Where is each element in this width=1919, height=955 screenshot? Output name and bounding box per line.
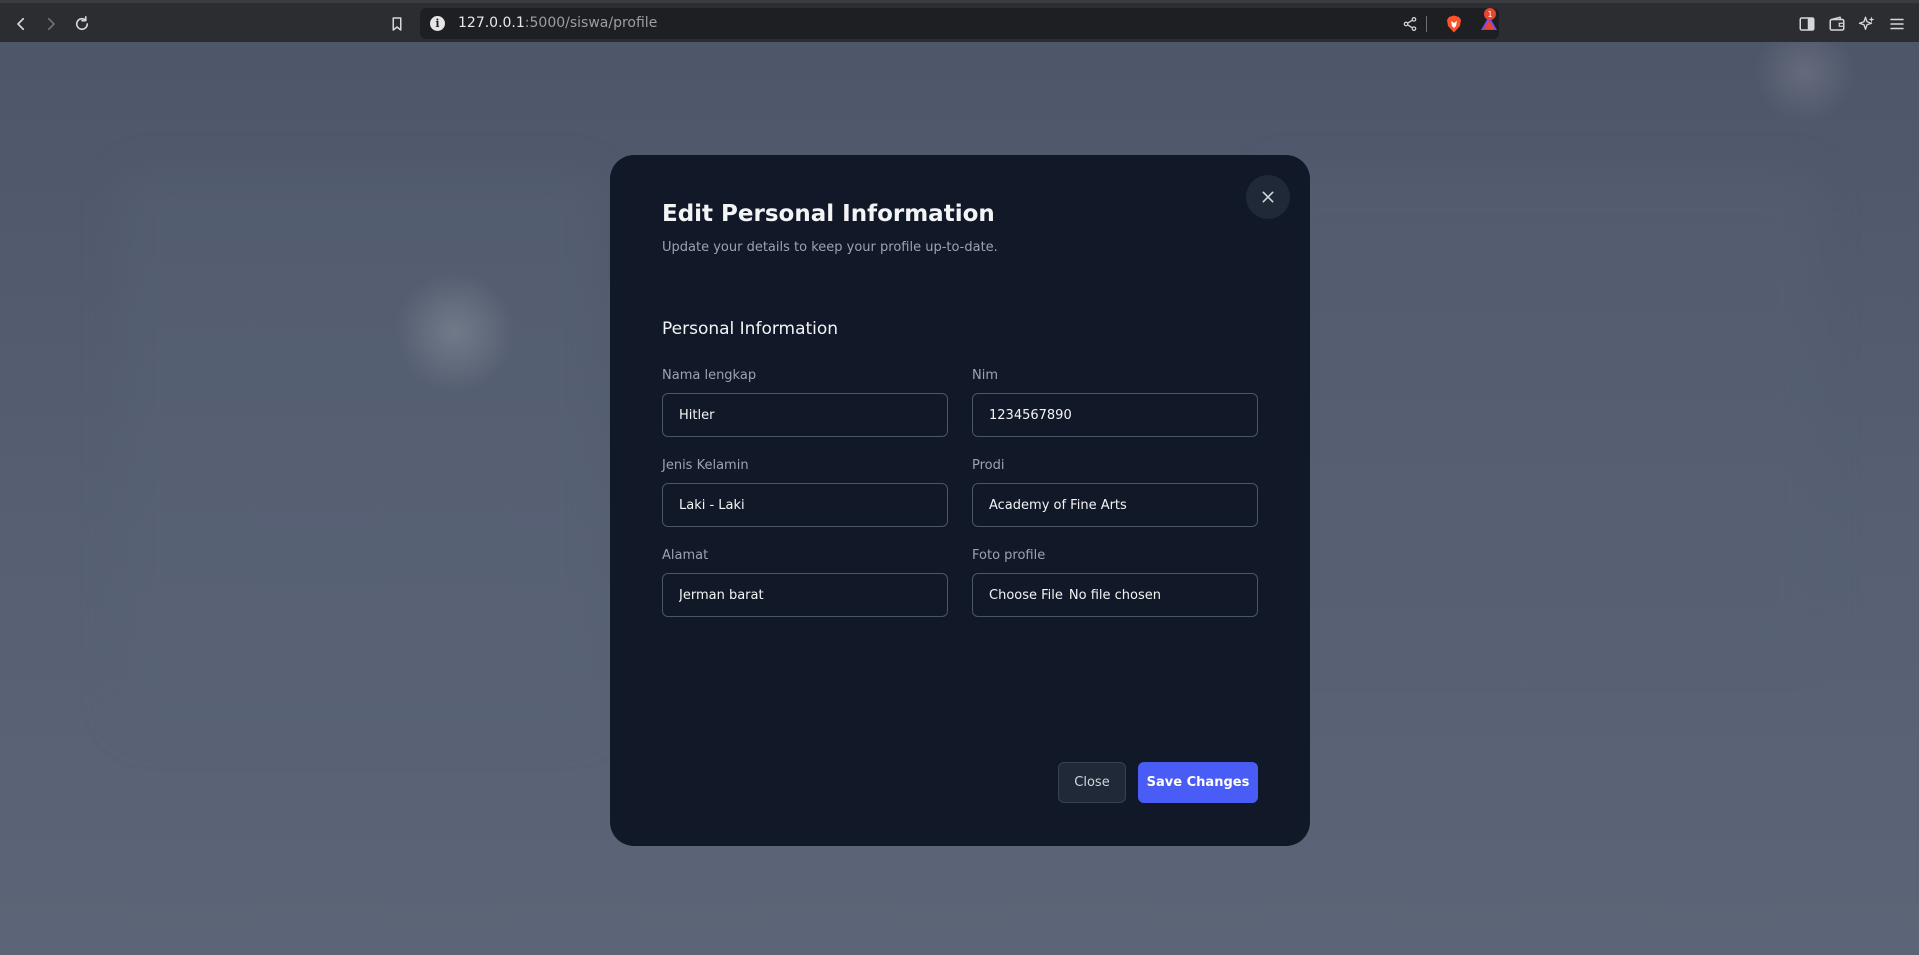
alamat-label: Alamat: [662, 548, 709, 563]
forward-button[interactable]: [38, 11, 64, 37]
choose-file-button[interactable]: Choose File: [989, 588, 1063, 603]
nama-input[interactable]: [662, 393, 948, 437]
url-path: :5000/siswa/profile: [524, 15, 658, 31]
edit-profile-modal: Edit Personal Information Update your de…: [610, 155, 1310, 846]
bookmark-button[interactable]: [384, 11, 410, 37]
prodi-input[interactable]: [972, 483, 1258, 527]
site-info-icon[interactable]: i: [430, 16, 445, 31]
foto-label: Foto profile: [972, 548, 1046, 563]
nama-label: Nama lengkap: [662, 368, 757, 383]
alamat-input[interactable]: [662, 573, 948, 617]
save-changes-button[interactable]: Save Changes: [1138, 762, 1258, 803]
prodi-label: Prodi: [972, 458, 1005, 473]
brave-shields-icon[interactable]: [1446, 15, 1462, 33]
modal-subtitle: Update your details to keep your profile…: [662, 240, 998, 255]
url-host: 127.0.0.1: [458, 15, 525, 31]
section-title: Personal Information: [662, 319, 839, 339]
file-status-text: No file chosen: [1068, 587, 1161, 603]
reload-button[interactable]: [69, 11, 95, 37]
wallet-icon[interactable]: [1824, 11, 1850, 37]
close-button[interactable]: Close: [1058, 762, 1126, 803]
jenis-kelamin-label: Jenis Kelamin: [662, 458, 749, 473]
modal-close-button[interactable]: [1246, 175, 1290, 219]
leo-ai-icon[interactable]: [1854, 11, 1880, 37]
share-icon[interactable]: [1400, 14, 1420, 34]
foto-file-input[interactable]: Choose File No file chosen: [972, 573, 1258, 617]
chevron-right-icon: [47, 17, 55, 31]
bookmark-icon: [392, 17, 402, 31]
jenis-kelamin-input[interactable]: [662, 483, 948, 527]
rewards-badge: 1: [1484, 8, 1496, 20]
menu-icon[interactable]: [1884, 11, 1910, 37]
reload-icon: [75, 16, 89, 31]
nim-label: Nim: [972, 368, 998, 383]
browser-toolbar: i 127.0.0.1:5000/siswa/profile 1: [0, 0, 1919, 42]
chevron-left-icon: [17, 17, 25, 31]
blurred-profile-card: [120, 172, 600, 732]
nim-input[interactable]: [972, 393, 1258, 437]
close-icon: [1262, 191, 1274, 203]
address-bar[interactable]: i 127.0.0.1:5000/siswa/profile 1: [420, 8, 1499, 39]
url-text: 127.0.0.1:5000/siswa/profile: [458, 15, 657, 31]
modal-title: Edit Personal Information: [662, 201, 995, 227]
sidebar-toggle-icon[interactable]: [1794, 11, 1820, 37]
back-button[interactable]: [8, 11, 34, 37]
blurred-content-card: [1260, 172, 1820, 652]
address-bar-divider: [1426, 16, 1427, 32]
